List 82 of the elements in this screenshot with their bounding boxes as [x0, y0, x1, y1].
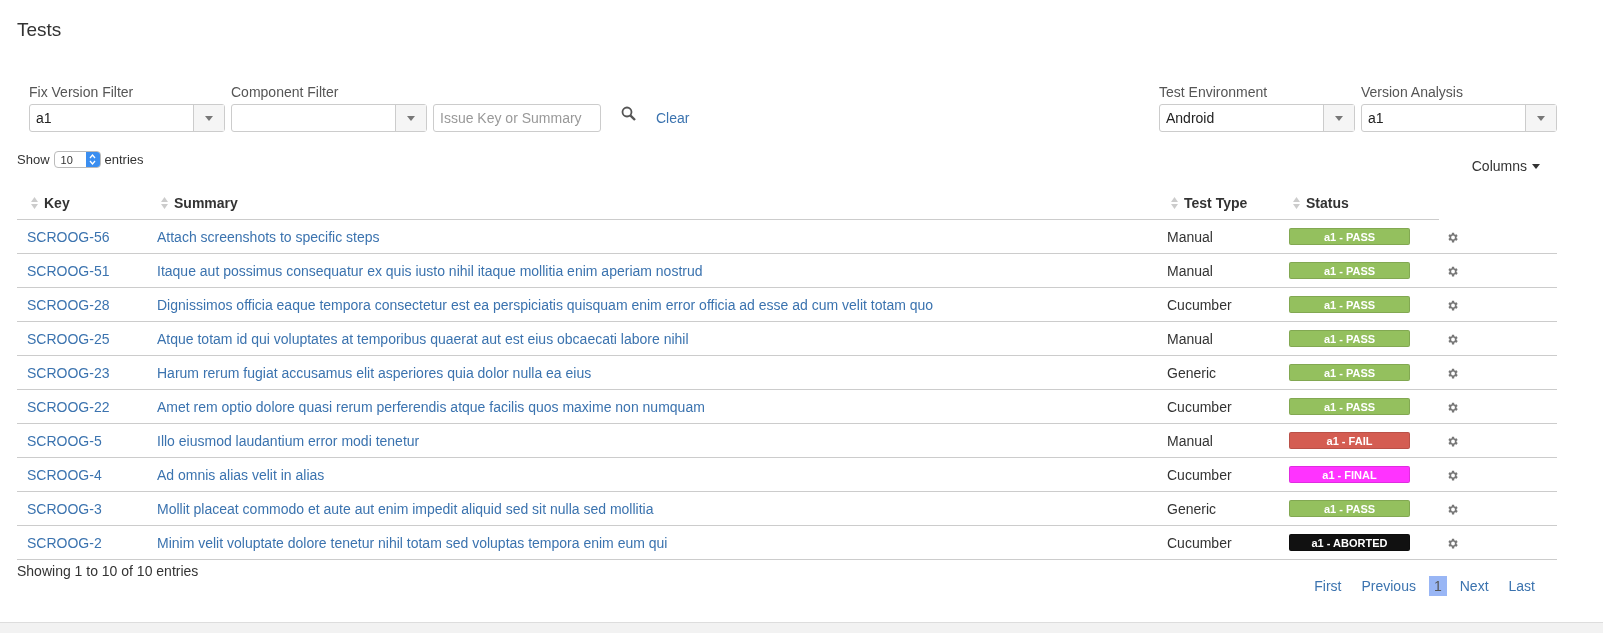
test-type-text: Generic: [1167, 500, 1217, 517]
test-type-text: Manual: [1167, 330, 1213, 347]
issue-key-link[interactable]: SCROOG-25: [27, 330, 110, 347]
summary-link[interactable]: Attach screenshots to specific steps: [157, 228, 380, 245]
table-info: Showing 1 to 10 of 10 entries: [17, 563, 199, 581]
issue-key-link[interactable]: SCROOG-23: [27, 364, 110, 381]
issue-key-link[interactable]: SCROOG-56: [27, 228, 110, 245]
gear-icon[interactable]: [1446, 367, 1459, 381]
entries-select[interactable]: 10: [53, 151, 101, 168]
test-type-text: Cucumber: [1167, 466, 1232, 483]
issue-key-link[interactable]: SCROOG-28: [27, 296, 110, 313]
gear-icon[interactable]: [1446, 265, 1459, 279]
test-type-text: Generic: [1167, 364, 1217, 381]
gear-icon[interactable]: [1446, 299, 1459, 313]
summary-link[interactable]: Atque totam id qui voluptates at temporibus quaerat aut est eius obcaecati labore nihil: [157, 330, 689, 347]
status-badge: a1 - ABORTED: [1289, 534, 1410, 551]
summary-link[interactable]: Amet rem optio dolore quasi rerum perferendis atque facilis quos maxime non numquam: [157, 398, 705, 415]
pagination-link[interactable]: Last: [1501, 576, 1542, 596]
test-type-text: Manual: [1167, 432, 1213, 449]
test-type-text: Manual: [1167, 228, 1213, 245]
status-badge: a1 - PASS: [1289, 296, 1410, 313]
status-badge: a1 - PASS: [1289, 330, 1410, 347]
gear-icon[interactable]: [1446, 503, 1459, 517]
select-field[interactable]: a1: [1361, 104, 1557, 132]
column-header[interactable]: Status: [1306, 195, 1349, 211]
gear-icon[interactable]: [1446, 469, 1459, 483]
select-field[interactable]: Android: [1159, 104, 1355, 132]
stepper-icon: [89, 154, 97, 165]
caret-icon: [205, 115, 213, 121]
filter-label: Component Filter: [231, 84, 340, 101]
gear-icon[interactable]: [1446, 401, 1459, 415]
filter-label: Fix Version Filter: [29, 84, 135, 101]
summary-link[interactable]: Harum rerum fugiat accusamus elit asperiores quia dolor nulla ea eius: [157, 364, 592, 381]
status-badge: a1 - FAIL: [1289, 432, 1410, 449]
gear-icon[interactable]: [1446, 435, 1459, 449]
status-badge: a1 - PASS: [1289, 228, 1410, 245]
gear-icon[interactable]: [1446, 231, 1459, 245]
issue-key-link[interactable]: SCROOG-51: [27, 262, 110, 279]
columns-button[interactable]: Columns: [1471, 158, 1540, 174]
summary-link[interactable]: Mollit placeat commodo et aute aut enim impedit aliquid sed sit nulla sed mollitia: [157, 500, 654, 517]
pagination-link[interactable]: Next: [1452, 576, 1496, 596]
search-field[interactable]: Issue Key or Summary: [433, 104, 601, 132]
summary-link[interactable]: Itaque aut possimus consequatur ex quis iusto nihil itaque mollitia enim aperiam nostrud: [157, 262, 703, 279]
issue-key-link[interactable]: SCROOG-2: [27, 534, 102, 551]
test-type-text: Cucumber: [1167, 534, 1232, 551]
column-header[interactable]: Test Type: [1184, 195, 1248, 211]
test-type-text: Cucumber: [1167, 398, 1232, 415]
status-badge: a1 - PASS: [1289, 364, 1410, 381]
pagination-link[interactable]: First: [1307, 576, 1349, 596]
caret-icon: [407, 115, 415, 121]
filter-label: Test Environment: [1159, 84, 1269, 101]
entries-label: entries: [104, 152, 144, 167]
summary-link[interactable]: Illo eiusmod laudantium error modi tenetur: [157, 432, 420, 449]
status-badge: a1 - FINAL: [1289, 466, 1410, 483]
select-field[interactable]: a1: [29, 104, 225, 132]
show-label: Show: [17, 152, 50, 167]
issue-key-link[interactable]: SCROOG-5: [27, 432, 102, 449]
select-field[interactable]: [231, 104, 427, 132]
issue-key-link[interactable]: SCROOG-4: [27, 466, 102, 483]
filter-label: Version Analysis: [1361, 84, 1464, 101]
pagination-link[interactable]: 1: [1428, 576, 1447, 596]
clear-link[interactable]: Clear: [656, 110, 690, 126]
gear-icon[interactable]: [1446, 333, 1459, 347]
status-badge: a1 - PASS: [1289, 398, 1410, 415]
caret-icon: [1537, 115, 1545, 121]
summary-link[interactable]: Ad omnis alias velit in alias: [157, 466, 325, 483]
issue-key-link[interactable]: SCROOG-3: [27, 500, 102, 517]
test-type-text: Cucumber: [1167, 296, 1232, 313]
caret-icon: [1532, 163, 1540, 169]
status-badge: a1 - PASS: [1289, 262, 1410, 279]
column-header[interactable]: Summary: [174, 195, 238, 211]
pagination-link[interactable]: Previous: [1354, 576, 1423, 596]
issue-key-link[interactable]: SCROOG-22: [27, 398, 110, 415]
page-title: Tests: [16, 18, 63, 40]
gear-icon[interactable]: [1446, 537, 1459, 551]
caret-icon: [1335, 115, 1343, 121]
test-type-text: Manual: [1167, 262, 1213, 279]
search-icon[interactable]: [621, 106, 636, 121]
summary-link[interactable]: Dignissimos officia eaque tempora consectetur est ea perspiciatis quisquam enim error officia ad esse ad cum velit totam quo: [157, 296, 934, 313]
summary-link[interactable]: Minim velit voluptate dolore tenetur nihil totam sed voluptas tempora enim eum qui: [157, 534, 668, 551]
column-header[interactable]: Key: [44, 195, 70, 211]
status-badge: a1 - PASS: [1289, 500, 1410, 517]
